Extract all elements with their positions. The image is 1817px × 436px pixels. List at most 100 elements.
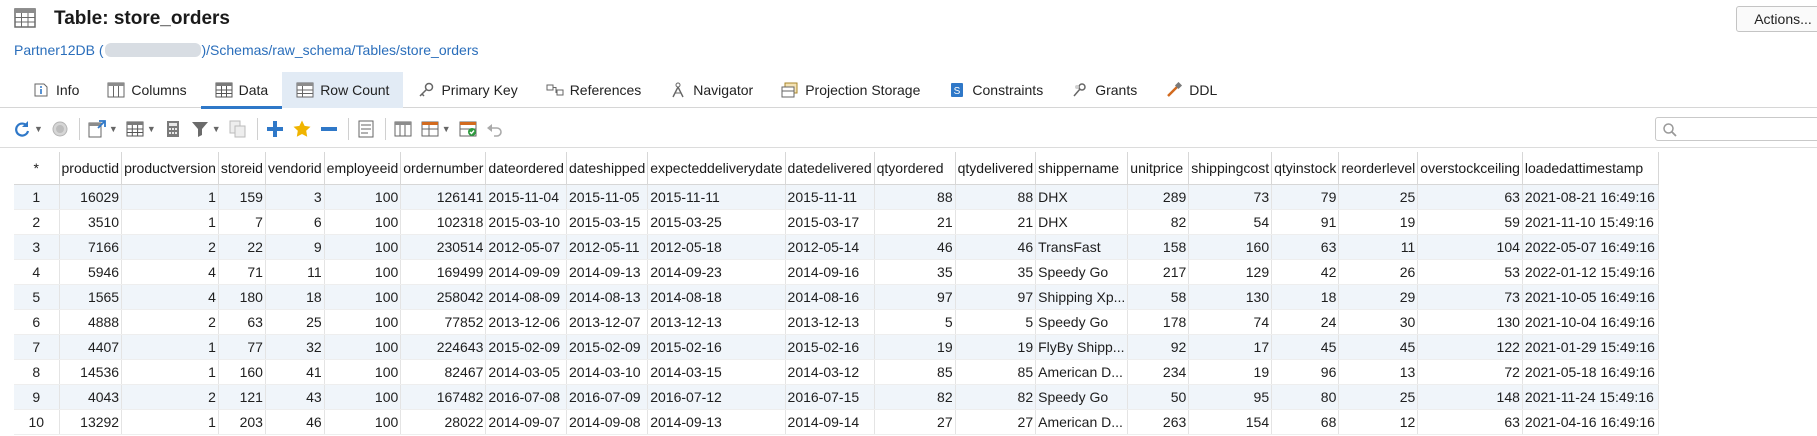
row-number[interactable]: 2 <box>14 209 60 235</box>
table-cell[interactable]: 24 <box>1271 309 1340 335</box>
table-cell[interactable]: 68 <box>1271 409 1340 435</box>
tab-navigator[interactable]: Navigator <box>655 72 767 108</box>
tab-constraints[interactable]: S Constraints <box>934 72 1057 108</box>
table-cell[interactable]: 178 <box>1127 309 1190 335</box>
table-cell[interactable]: 2014-08-16 <box>785 284 875 310</box>
table-cell[interactable]: Shipping Xp... <box>1035 284 1129 310</box>
column-header[interactable]: productversion <box>121 152 219 185</box>
row-number[interactable]: 3 <box>14 234 60 260</box>
chevron-down-icon[interactable]: ▼ <box>147 124 156 134</box>
table-cell[interactable]: 88 <box>874 184 956 210</box>
table-cell[interactable]: 77852 <box>400 309 487 335</box>
table-cell[interactable]: 21 <box>874 209 956 235</box>
table-cell[interactable]: 1 <box>121 334 219 360</box>
table-cell[interactable]: 2014-08-09 <box>485 284 567 310</box>
table-cell[interactable]: 73 <box>1188 184 1273 210</box>
column-header[interactable]: dateordered <box>485 152 567 185</box>
table-cell[interactable]: 102318 <box>400 209 487 235</box>
table-cell[interactable]: 2021-10-04 16:49:16 <box>1522 309 1659 335</box>
breadcrumb[interactable]: Partner12DB ()/Schemas/raw_schema/Tables… <box>14 42 479 58</box>
row-number[interactable]: 10 <box>14 409 60 435</box>
table-cell[interactable]: 2021-05-18 16:49:16 <box>1522 359 1659 385</box>
table-cell[interactable]: 2015-02-16 <box>647 334 786 360</box>
table-cell[interactable]: 82 <box>874 384 956 410</box>
table-cell[interactable]: 2015-03-10 <box>485 209 567 235</box>
table-cell[interactable]: 46 <box>874 234 956 260</box>
table-cell[interactable]: DHX <box>1035 184 1129 210</box>
table-cell[interactable]: 2021-11-24 15:49:16 <box>1522 384 1659 410</box>
table-cell[interactable]: 1 <box>121 359 219 385</box>
table-cell[interactable]: 82 <box>1127 209 1190 235</box>
row-number[interactable]: 8 <box>14 359 60 385</box>
table-cell[interactable]: 104 <box>1417 234 1523 260</box>
table-cell[interactable]: 2021-11-10 15:49:16 <box>1522 209 1659 235</box>
table-cell[interactable]: 2 <box>121 234 219 260</box>
calculator-button[interactable] <box>163 117 183 141</box>
tab-data[interactable]: Data <box>200 72 283 109</box>
table-row[interactable]: 8 14536 1 160 41 100 82467 2014-03-05 2014-03-10… <box>14 359 1659 385</box>
table-cell[interactable]: 41 <box>265 359 325 385</box>
favorite-button[interactable] <box>292 117 312 141</box>
table-cell[interactable]: 100 <box>324 384 402 410</box>
table-cell[interactable]: 2014-03-10 <box>566 359 649 385</box>
table-row[interactable]: 5 1565 4 180 18 100 258042 2014-08-09 2014-08-13… <box>14 284 1659 310</box>
table-cell[interactable]: 2015-02-16 <box>785 334 875 360</box>
table-cell[interactable]: 4043 <box>59 384 123 410</box>
table-row[interactable]: 7 4407 1 77 32 100 224643 2015-02-09 2015-02-09 2… <box>14 334 1659 360</box>
edit-row-button[interactable] <box>356 117 376 141</box>
table-cell[interactable]: 100 <box>324 309 402 335</box>
table-cell[interactable]: 2016-07-08 <box>485 384 567 410</box>
table-row[interactable]: 4 5946 4 71 11 100 169499 2014-09-09 2014-09-13 2… <box>14 259 1659 285</box>
table-cell[interactable]: 2014-09-13 <box>566 259 649 285</box>
column-header[interactable]: vendorid <box>265 152 325 185</box>
table-cell[interactable]: 19 <box>1188 359 1273 385</box>
table-cell[interactable]: American D... <box>1035 359 1129 385</box>
table-cell[interactable]: 2015-02-09 <box>566 334 649 360</box>
column-header[interactable]: employeeid <box>324 152 402 185</box>
filter-button[interactable]: ▼ <box>190 117 221 141</box>
table-cell[interactable]: 32 <box>265 334 325 360</box>
column-settings-button[interactable] <box>393 117 413 141</box>
table-cell[interactable]: FlyBy Shipp... <box>1035 334 1129 360</box>
tab-grants[interactable]: Grants <box>1057 72 1151 108</box>
table-cell[interactable]: 63 <box>218 309 266 335</box>
column-header[interactable]: shippingcost <box>1188 152 1273 185</box>
tab-ddl[interactable]: DDL <box>1151 72 1231 108</box>
table-cell[interactable]: 230514 <box>400 234 487 260</box>
table-cell[interactable]: 2 <box>121 384 219 410</box>
table-cell[interactable]: 2015-03-17 <box>785 209 875 235</box>
column-header[interactable]: ordernumber <box>400 152 487 185</box>
table-cell[interactable]: 46 <box>265 409 325 435</box>
table-cell[interactable]: 2013-12-13 <box>785 309 875 335</box>
table-cell[interactable]: 7 <box>218 209 266 235</box>
table-cell[interactable]: 2015-11-04 <box>485 184 567 210</box>
table-cell[interactable]: 82467 <box>400 359 487 385</box>
table-cell[interactable]: 2013-12-07 <box>566 309 649 335</box>
breadcrumb-path[interactable]: )/Schemas/raw_schema/Tables/store_orders <box>202 42 479 58</box>
tab-primary-key[interactable]: Primary Key <box>403 72 531 108</box>
table-cell[interactable]: 27 <box>955 409 1037 435</box>
table-cell[interactable]: 58 <box>1127 284 1190 310</box>
tab-row-count[interactable]: Row Count <box>282 72 404 108</box>
table-cell[interactable]: 80 <box>1271 384 1340 410</box>
commit-button[interactable] <box>458 117 478 141</box>
table-cell[interactable]: 2015-03-25 <box>647 209 786 235</box>
table-cell[interactable]: 18 <box>1271 284 1340 310</box>
table-cell[interactable]: 4407 <box>59 334 123 360</box>
table-cell[interactable]: 72 <box>1417 359 1523 385</box>
table-cell[interactable]: 5946 <box>59 259 123 285</box>
table-cell[interactable]: 17 <box>1188 334 1273 360</box>
table-cell[interactable]: 167482 <box>400 384 487 410</box>
table-cell[interactable]: 158 <box>1127 234 1190 260</box>
table-cell[interactable]: Speedy Go <box>1035 259 1129 285</box>
table-cell[interactable]: 2021-04-16 16:49:16 <box>1522 409 1659 435</box>
table-cell[interactable]: 2015-11-11 <box>647 184 786 210</box>
table-cell[interactable]: 2014-08-13 <box>566 284 649 310</box>
table-cell[interactable]: 26 <box>1338 259 1419 285</box>
table-cell[interactable]: 42 <box>1271 259 1340 285</box>
chevron-down-icon[interactable]: ▼ <box>212 124 221 134</box>
table-cell[interactable]: 1 <box>121 184 219 210</box>
table-cell[interactable]: 25 <box>265 309 325 335</box>
table-cell[interactable]: 2014-09-09 <box>485 259 567 285</box>
tab-columns[interactable]: Columns <box>93 72 200 108</box>
